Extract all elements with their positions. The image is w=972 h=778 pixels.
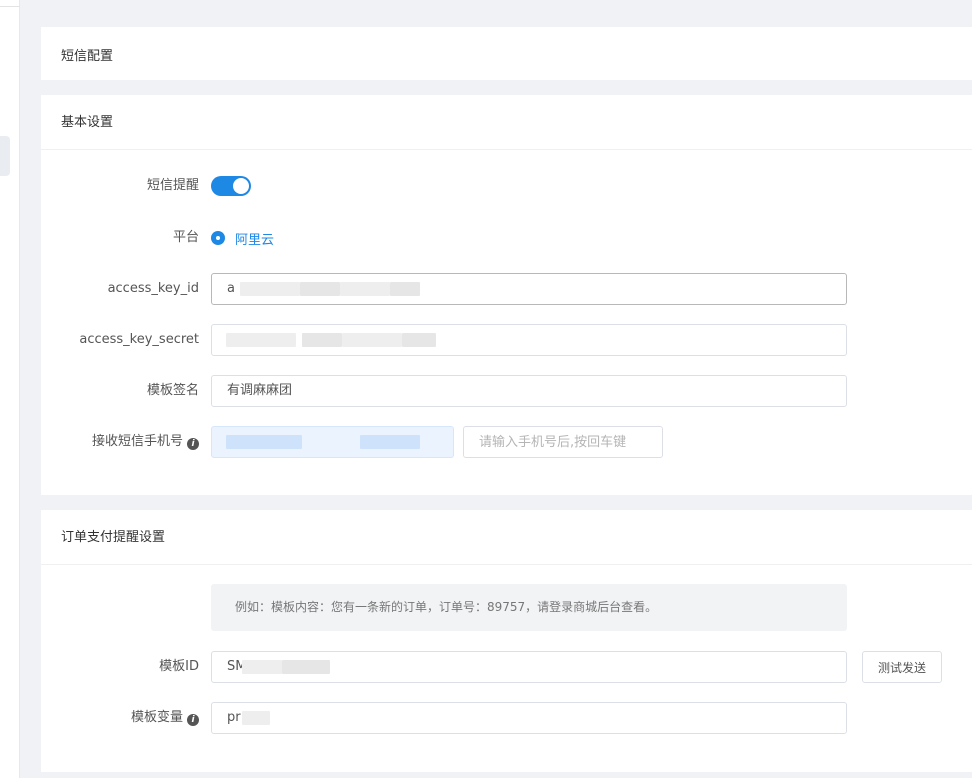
template-id-row: 模板ID SM 测试发送	[41, 651, 972, 683]
basic-settings-title: 基本设置	[41, 95, 972, 150]
phone-row: 接收短信手机号 i	[41, 426, 972, 458]
platform-label: 平台	[172, 230, 199, 245]
template-sign-row: 模板签名 有调麻麻团	[41, 375, 972, 407]
access-key-secret-input[interactable]	[211, 324, 847, 356]
template-sign-input[interactable]: 有调麻麻团	[211, 375, 847, 407]
template-example-hint: 例如：模板内容：您有一条新的订单，订单号：89757，请登录商城后台查看。	[211, 584, 847, 631]
redacted-block	[242, 660, 282, 674]
radio-checked-icon	[211, 231, 225, 245]
redacted-block	[242, 711, 270, 725]
template-var-value: pr	[227, 710, 241, 725]
redacted-block	[342, 333, 402, 347]
order-payment-reminder-title: 订单支付提醒设置	[41, 510, 972, 565]
sms-reminder-label: 短信提醒	[146, 178, 199, 193]
platform-radio-label: 阿里云	[235, 232, 275, 248]
template-id-input[interactable]: SM	[211, 651, 847, 683]
redacted-block	[226, 333, 296, 347]
template-var-input[interactable]: pr	[211, 702, 847, 734]
phone-tag-list[interactable]	[211, 426, 454, 458]
template-var-label-text: 模板变量	[130, 710, 183, 725]
page-title: 短信配置	[61, 49, 114, 64]
sms-config-header-card: 短信配置	[41, 27, 972, 80]
platform-radio-aliyun[interactable]: 阿里云	[211, 222, 274, 254]
phone-tag	[360, 435, 420, 449]
test-send-button[interactable]: 测试发送	[862, 651, 942, 683]
template-var-label: 模板变量 i	[131, 702, 199, 734]
redacted-block	[300, 282, 340, 296]
basic-settings-card: 基本设置 短信提醒 平台 阿里云 access_key_id a access_…	[41, 95, 972, 495]
phone-label-text: 接收短信手机号	[91, 434, 183, 449]
left-sidebar	[0, 0, 20, 778]
sms-reminder-row: 短信提醒	[41, 170, 972, 202]
redacted-block	[302, 333, 342, 347]
template-var-row: 模板变量 i pr	[41, 702, 972, 734]
sms-reminder-toggle[interactable]	[211, 176, 251, 196]
sidebar-divider	[0, 6, 20, 7]
access-key-id-value: a	[227, 281, 235, 296]
phone-input[interactable]	[463, 426, 663, 458]
phone-label: 接收短信手机号 i	[92, 426, 199, 458]
main-content: 短信配置 基本设置 短信提醒 平台 阿里云 access_key_id a ac…	[41, 0, 972, 778]
redacted-block	[282, 660, 330, 674]
redacted-block	[340, 282, 390, 296]
redacted-block	[402, 333, 436, 347]
sidebar-active-indicator[interactable]	[0, 136, 10, 176]
access-key-id-row: access_key_id a	[41, 273, 972, 305]
template-sign-label: 模板签名	[146, 383, 199, 398]
access-key-secret-label: access_key_secret	[79, 332, 199, 347]
access-key-id-label: access_key_id	[107, 281, 199, 296]
access-key-secret-row: access_key_secret	[41, 324, 972, 356]
info-icon[interactable]: i	[187, 714, 199, 726]
phone-tag	[226, 435, 302, 449]
platform-row: 平台 阿里云	[41, 222, 972, 254]
template-id-label: 模板ID	[159, 659, 199, 674]
access-key-id-input[interactable]: a	[211, 273, 847, 305]
redacted-block	[390, 282, 420, 296]
info-icon[interactable]: i	[187, 438, 199, 450]
order-payment-reminder-card: 订单支付提醒设置 例如：模板内容：您有一条新的订单，订单号：89757，请登录商…	[41, 510, 972, 772]
toggle-knob	[233, 178, 249, 194]
redacted-block	[240, 282, 300, 296]
